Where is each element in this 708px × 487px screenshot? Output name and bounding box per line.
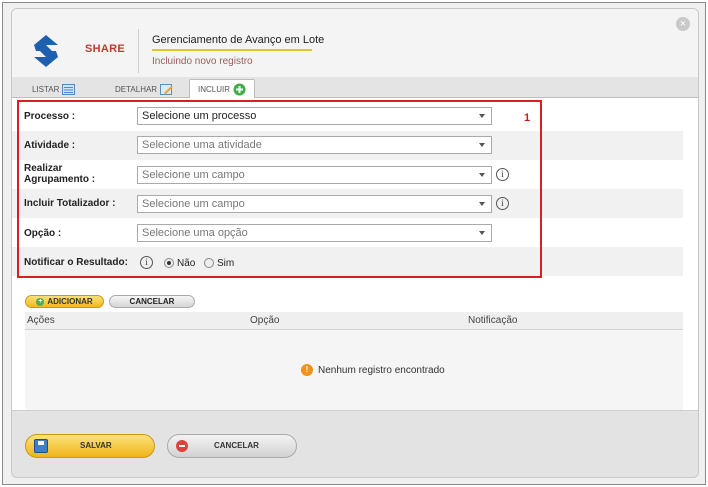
- tab-label: DETALHAR: [115, 85, 158, 94]
- tab-listar[interactable]: LISTAR: [24, 81, 83, 98]
- dialog-footer: SALVAR CANCELAR: [12, 410, 698, 477]
- add-button-label: ADICIONAR: [47, 297, 93, 306]
- list-icon: [62, 84, 76, 95]
- col-notificacao: Notificação: [468, 315, 518, 326]
- close-icon[interactable]: ×: [676, 17, 690, 31]
- save-button[interactable]: SALVAR: [25, 434, 155, 458]
- col-acoes: Ações: [27, 315, 55, 326]
- tab-label: INCLUIR: [198, 85, 231, 94]
- content-area: Processo : Selecione um processo Ativida…: [12, 98, 698, 412]
- edit-icon: [160, 84, 173, 95]
- floppy-disk-icon: [34, 439, 48, 453]
- warning-icon: !: [301, 364, 313, 376]
- share-logo: [34, 35, 58, 67]
- tab-bar: LISTAR DETALHAR INCLUIR: [12, 77, 698, 99]
- cancel-small-button[interactable]: CANCELAR: [109, 295, 195, 308]
- col-opcao: Opção: [250, 315, 280, 326]
- empty-state: ! Nenhum registro encontrado: [301, 364, 445, 376]
- page-subtitle: Incluindo novo registro: [152, 56, 253, 67]
- annotation-marker: 1: [524, 112, 531, 124]
- cancel-button-label: CANCELAR: [214, 441, 259, 450]
- dialog: SHARE Gerenciamento de Avanço em Lote In…: [11, 8, 699, 478]
- dialog-header: SHARE Gerenciamento de Avanço em Lote In…: [12, 9, 698, 77]
- highlight-box: [17, 100, 542, 278]
- grid-body: ! Nenhum registro encontrado: [25, 330, 683, 412]
- window-frame: SHARE Gerenciamento de Avanço em Lote In…: [2, 2, 706, 485]
- header-divider: [138, 29, 139, 73]
- minus-circle-icon: [176, 440, 188, 452]
- cancel-button[interactable]: CANCELAR: [167, 434, 297, 458]
- brand-name: SHARE: [85, 43, 126, 55]
- tab-incluir[interactable]: INCLUIR: [189, 79, 256, 99]
- page-title: Gerenciamento de Avanço em Lote: [152, 34, 325, 46]
- title-underline: [152, 49, 312, 51]
- plus-icon: +: [36, 297, 45, 306]
- tab-label: LISTAR: [32, 85, 60, 94]
- save-button-label: SALVAR: [80, 441, 112, 450]
- tab-detalhar[interactable]: DETALHAR: [107, 81, 181, 98]
- empty-message: Nenhum registro encontrado: [318, 364, 445, 376]
- cancel-small-label: CANCELAR: [129, 297, 175, 306]
- grid-header: Ações Opção Notificação: [25, 312, 683, 330]
- add-button[interactable]: + ADICIONAR: [25, 295, 104, 308]
- add-icon: [233, 83, 246, 96]
